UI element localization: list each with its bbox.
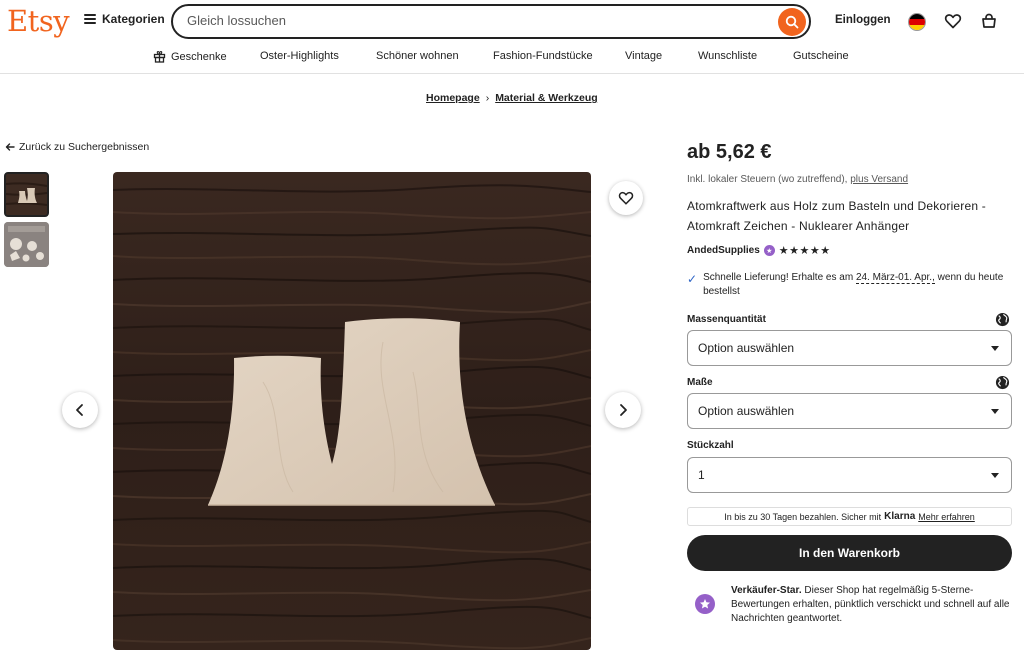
heart-icon[interactable]: [944, 12, 962, 30]
nav-item-vintage[interactable]: Vintage: [625, 50, 662, 62]
tax-note: Inkl. lokaler Steuern (wo zutreffend), p…: [687, 174, 908, 185]
favorite-button[interactable]: [609, 181, 643, 215]
bulk-quantity-label: Massenquantität: [687, 314, 766, 325]
star-seller-icon: [695, 594, 715, 614]
quantity-value: 1: [698, 468, 705, 482]
search-icon: [785, 15, 799, 29]
thumbnail-image: [6, 174, 47, 215]
breadcrumb-homepage[interactable]: Homepage: [426, 92, 480, 104]
previous-image-button[interactable]: [62, 392, 98, 428]
product-photo: [113, 172, 591, 650]
klarna-info: In bis zu 30 Tagen bezahlen. Sicher mit …: [687, 507, 1012, 526]
nav-item-easter[interactable]: Oster-Highlights: [260, 50, 339, 62]
chevron-left-icon: [76, 404, 83, 416]
product-image[interactable]: [113, 172, 591, 650]
login-link[interactable]: Einloggen: [835, 14, 891, 26]
arrow-left-icon: [5, 143, 15, 151]
search-button[interactable]: [778, 8, 806, 36]
thumbnail-1[interactable]: [4, 172, 49, 217]
back-to-results-link[interactable]: Zurück zu Suchergebnissen: [5, 141, 149, 153]
germany-flag-icon[interactable]: [908, 13, 926, 31]
breadcrumb-separator: ›: [485, 92, 490, 104]
delivery-dates[interactable]: 24. März-01. Apr.,: [855, 272, 935, 284]
menu-icon: [84, 14, 96, 24]
category-nav: Geschenke Oster-Highlights Schöner wohne…: [0, 44, 1024, 74]
star-seller-badge-icon: ★: [763, 245, 775, 256]
shipping-link[interactable]: plus Versand: [850, 174, 908, 185]
cart-icon[interactable]: [980, 12, 998, 30]
klarna-text: In bis zu 30 Tagen bezahlen. Sicher mit: [724, 511, 882, 522]
nav-item-giftcards[interactable]: Gutscheine: [793, 50, 849, 62]
quantity-select[interactable]: 1: [687, 457, 1012, 493]
klarna-learn-more-link[interactable]: Mehr erfahren: [918, 512, 975, 522]
bulk-quantity-select[interactable]: Option auswählen: [687, 330, 1012, 366]
star-seller-description: Verkäufer-Star. Dieser Shop hat regelmäß…: [731, 584, 1011, 626]
search-bar: [171, 4, 811, 39]
bulk-quantity-value: Option auswählen: [698, 341, 795, 355]
size-label: Maße: [687, 377, 713, 388]
next-image-button[interactable]: [605, 392, 641, 428]
breadcrumb: Homepage › Material & Werkzeug: [426, 92, 598, 104]
tax-note-text: Inkl. lokaler Steuern (wo zutreffend),: [687, 174, 848, 185]
categories-button[interactable]: Kategorien: [84, 12, 165, 26]
gift-icon: [153, 50, 166, 63]
seller-info: AndedSupplies ★ ★★★★★: [687, 244, 831, 257]
klarna-brand: Klarna: [884, 511, 916, 522]
etsy-logo[interactable]: Etsy: [7, 4, 70, 38]
back-link-label: Zurück zu Suchergebnissen: [19, 141, 150, 153]
star-seller-title: Verkäufer-Star.: [731, 585, 802, 596]
quantity-label: Stückzahl: [687, 440, 734, 451]
star-icon: [700, 599, 710, 609]
product-title: Atomkraftwerk aus Holz zum Basteln und D…: [687, 199, 986, 233]
nav-item-wishlist[interactable]: Wunschliste: [698, 50, 757, 62]
dropdown-caret-icon: [991, 409, 999, 414]
header: Etsy Kategorien Einloggen: [0, 0, 1024, 44]
heart-icon: [618, 191, 634, 205]
nav-item-home[interactable]: Schöner wohnen: [376, 50, 459, 62]
globe-icon[interactable]: [995, 312, 1010, 327]
nav-item-gifts[interactable]: Geschenke: [153, 50, 227, 63]
checkmark-icon: ✓: [687, 272, 698, 286]
nav-item-fashion[interactable]: Fashion-Fundstücke: [493, 50, 593, 62]
thumbnail-2[interactable]: [4, 222, 49, 267]
delivery-text: Schnelle Lieferung! Erhalte es am 24. Mä…: [703, 271, 1012, 299]
size-value: Option auswählen: [698, 404, 795, 418]
delivery-info: ✓ Schnelle Lieferung! Erhalte es am 24. …: [687, 271, 1012, 299]
dropdown-caret-icon: [991, 473, 999, 478]
nav-label: Geschenke: [171, 50, 227, 63]
thumbnail-image: [4, 222, 49, 267]
product-price: ab 5,62 €: [687, 141, 772, 163]
star-seller-info: Verkäufer-Star. Dieser Shop hat regelmäß…: [695, 584, 1011, 626]
add-to-cart-button[interactable]: In den Warenkorb: [687, 535, 1012, 571]
chevron-right-icon: [620, 404, 627, 416]
rating-stars[interactable]: ★★★★★: [779, 244, 831, 257]
dropdown-caret-icon: [991, 346, 999, 351]
search-input[interactable]: [187, 13, 767, 28]
seller-name[interactable]: AndedSupplies: [687, 245, 760, 256]
breadcrumb-material[interactable]: Material & Werkzeug: [495, 92, 598, 104]
delivery-prefix: Schnelle Lieferung! Erhalte es am: [703, 272, 854, 283]
size-select[interactable]: Option auswählen: [687, 393, 1012, 429]
categories-label: Kategorien: [102, 12, 165, 26]
globe-icon[interactable]: [995, 375, 1010, 390]
